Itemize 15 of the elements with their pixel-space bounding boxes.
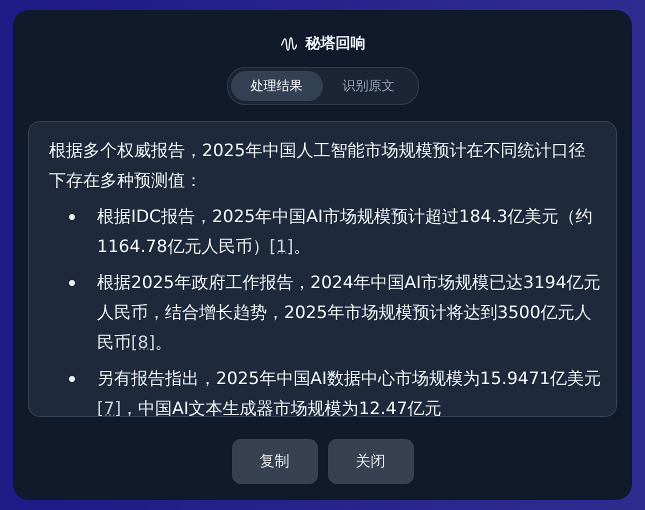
bullet-icon bbox=[69, 214, 75, 220]
tab[interactable]: 识别原文 bbox=[322, 71, 414, 101]
intro-text: 根据多个权威报告，2025年中国人工智能市场规模预计在不同统计口径下存在多种预测值： bbox=[49, 140, 586, 193]
tab[interactable]: 处理结果 bbox=[230, 71, 322, 101]
bullet-icon bbox=[69, 280, 75, 286]
dialog-title: 秘塔回响 bbox=[306, 34, 366, 53]
citation-link[interactable]: [7] bbox=[97, 399, 122, 416]
citation-link[interactable]: [1] bbox=[269, 237, 294, 257]
list-item-text: 根据IDC报告，2025年中国AI市场规模预计超过184.3亿美元（约1164.78亿元人民币）[1]。 bbox=[97, 206, 594, 259]
waveform-icon bbox=[280, 36, 298, 52]
bullet-icon bbox=[69, 376, 75, 382]
list-item-text: 根据2025年政府工作报告，2024年中国AI市场规模已达3194亿元人民币，结合增长趋势，2025年市场规模预计将达到3500亿元人民币[8]。 bbox=[97, 272, 602, 355]
close-button[interactable]: 关闭 bbox=[328, 439, 414, 484]
citation-link[interactable]: [8] bbox=[131, 333, 156, 353]
copy-button[interactable]: 复制 bbox=[232, 439, 318, 484]
